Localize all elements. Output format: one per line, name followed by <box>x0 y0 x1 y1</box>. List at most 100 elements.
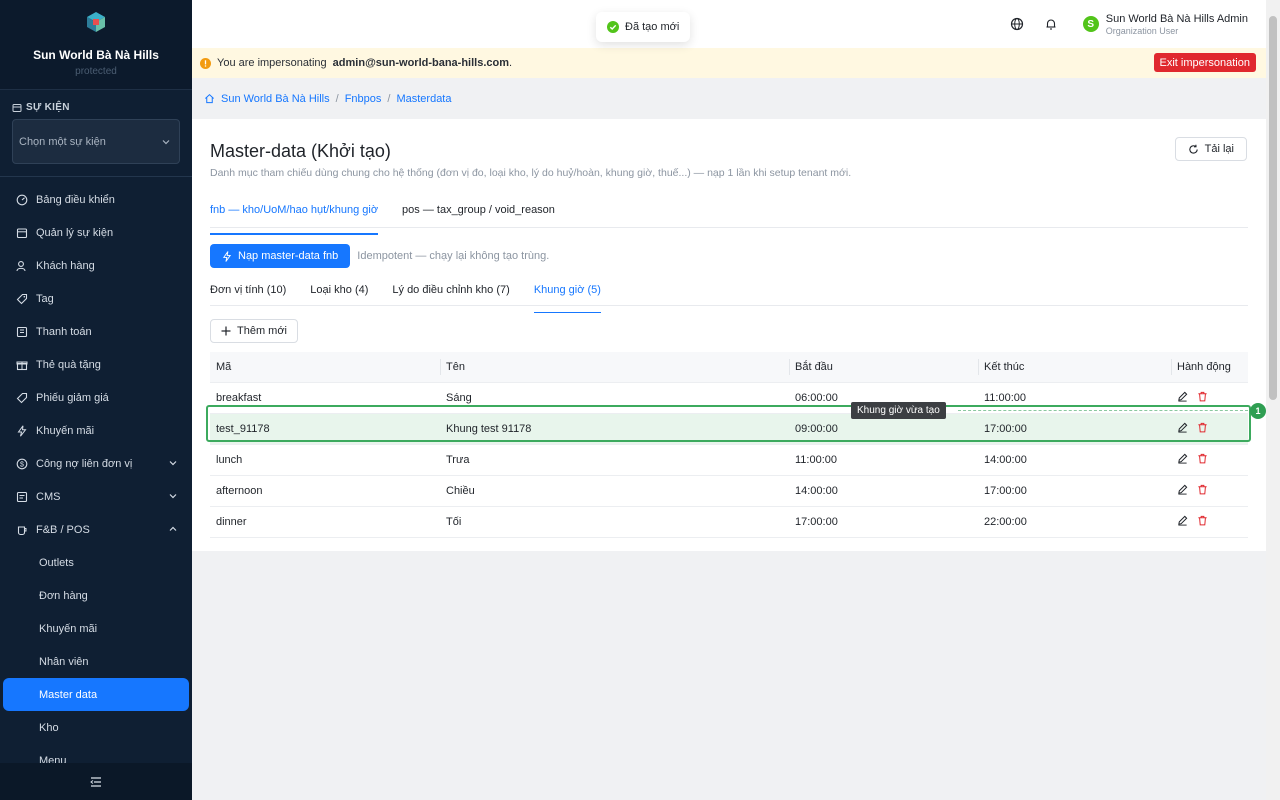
table-header: Mã Tên Bắt đầu Kết thúc Hành động <box>210 352 1248 383</box>
banner-suffix: . <box>509 57 513 69</box>
fnb-icon <box>16 524 28 536</box>
sidebar-item-9[interactable]: CMS <box>0 480 192 513</box>
scrollbar-thumb[interactable] <box>1269 16 1277 400</box>
highlight-dash-line <box>958 410 1248 411</box>
user-menu[interactable]: S Sun World Bà Nà Hills Admin Organizati… <box>1082 13 1248 36</box>
org-name: Sun World Bà Nà Hills <box>33 48 159 62</box>
sidebar-item-8[interactable]: $ Công nợ liên đơn vị <box>0 447 192 480</box>
chevron-up-icon <box>169 526 177 531</box>
delete-icon[interactable] <box>1197 484 1208 495</box>
cell-end: 17:00:00 <box>978 475 1171 507</box>
delete-icon[interactable] <box>1197 453 1208 464</box>
cell-actions <box>1171 444 1248 476</box>
cell-code: lunch <box>210 444 440 476</box>
delete-icon[interactable] <box>1197 515 1208 526</box>
breadcrumb-fnbpos[interactable]: Fnbpos <box>345 93 382 105</box>
lightning-icon <box>222 250 232 262</box>
edit-icon[interactable] <box>1177 422 1188 433</box>
breadcrumb-masterdata[interactable]: Masterdata <box>396 93 451 105</box>
impersonation-banner: You are impersonating admin@sun-world-ba… <box>192 48 1266 78</box>
delete-icon[interactable] <box>1197 422 1208 433</box>
bell-icon[interactable] <box>1041 14 1061 34</box>
sidebar-header: Sun World Bà Nà Hills protected <box>0 0 192 90</box>
reload-label: Tải lại <box>1204 143 1234 155</box>
subtab-uom[interactable]: Đơn vị tính (10) <box>210 284 286 305</box>
dashboard-icon <box>16 194 28 206</box>
edit-icon[interactable] <box>1177 515 1188 526</box>
cms-icon <box>16 491 28 503</box>
sidebar-subitem-2[interactable]: Khuyến mãi <box>0 612 192 645</box>
seed-fnb-button[interactable]: Nạp master-data fnb <box>210 244 351 268</box>
col-actions: Hành động <box>1171 352 1248 383</box>
sidebar-subitem-1[interactable]: Đơn hàng <box>0 579 192 612</box>
banner-prefix: You are impersonating <box>217 57 327 69</box>
exit-impersonation-button[interactable]: Exit impersonation <box>1153 53 1256 72</box>
chevron-down-icon <box>162 139 170 144</box>
sidebar-item-label: Thẻ quà tặng <box>36 358 101 371</box>
edit-icon[interactable] <box>1177 484 1188 495</box>
table-row: dinner Tối 17:00:00 22:00:00 <box>210 506 1248 538</box>
table-row: breakfast Sáng 06:00:00 11:00:00 <box>210 382 1248 414</box>
subtab-adjust-reason[interactable]: Lý do điều chỉnh kho (7) <box>392 284 509 305</box>
sidebar-subitem-0[interactable]: Outlets <box>0 546 192 579</box>
reload-button[interactable]: Tải lại <box>1174 137 1247 161</box>
tab-pos[interactable]: pos — tax_group / void_reason <box>402 204 555 227</box>
breadcrumb: Sun World Bà Nà Hills / Fnbpos / Masterd… <box>192 78 1266 119</box>
seed-fnb-label: Nạp master-data fnb <box>238 250 339 262</box>
delete-icon[interactable] <box>1197 391 1208 402</box>
menu-collapse-icon <box>90 776 101 787</box>
toast-text: Đã tạo mới <box>625 21 680 33</box>
plus-icon <box>221 326 231 336</box>
col-code: Mã <box>210 352 440 383</box>
sidebar-item-6[interactable]: Phiếu giảm giá <box>0 381 192 414</box>
table-row: afternoon Chiều 14:00:00 17:00:00 <box>210 475 1248 507</box>
success-toast: Đã tạo mới <box>596 12 691 42</box>
sidebar-item-7[interactable]: Khuyến mãi <box>0 414 192 447</box>
sidebar-subitem-4[interactable]: Master data <box>3 678 189 711</box>
sidebar-item-5[interactable]: Thẻ quà tặng <box>0 348 192 381</box>
home-icon[interactable] <box>204 93 215 104</box>
user-role: Organization User <box>1105 25 1179 36</box>
sidebar-item-label: Tag <box>36 292 54 305</box>
edit-icon[interactable] <box>1177 453 1188 464</box>
add-new-button[interactable]: Thêm mới <box>210 319 298 343</box>
page-title: Master-data (Khởi tạo) <box>210 141 391 161</box>
reload-icon <box>1189 144 1198 154</box>
subtab-time-slot[interactable]: Khung giờ (5) <box>533 284 602 313</box>
tab-fnb[interactable]: fnb — kho/UoM/hao hụt/khung giờ <box>210 204 379 235</box>
sidebar-item-2[interactable]: Khách hàng <box>0 249 192 282</box>
chevron-down-icon <box>169 494 177 499</box>
warning-icon <box>200 57 211 69</box>
cell-actions <box>1171 382 1248 414</box>
sidebar-subitem-3[interactable]: Nhân viên <box>0 645 192 678</box>
cell-name: Chiều <box>440 475 789 507</box>
globe-icon[interactable] <box>1007 14 1027 34</box>
org-subtitle: protected <box>75 66 117 77</box>
sidebar-item-3[interactable]: Tag <box>0 282 192 315</box>
cell-end: 17:00:00 <box>978 413 1171 445</box>
sidebar-collapse-button[interactable] <box>0 763 192 800</box>
sidebar-item-10[interactable]: F&B / POS <box>0 513 192 546</box>
banner-email: admin@sun-world-bana-hills.com <box>332 57 510 69</box>
debt-icon: $ <box>16 458 28 470</box>
svg-text:$: $ <box>20 461 24 468</box>
sidebar-item-label: Khách hàng <box>36 259 95 272</box>
subtab-warehouse-type[interactable]: Loại kho (4) <box>310 284 368 305</box>
page-scrollbar[interactable] <box>1266 0 1280 800</box>
sidebar-subitem-5[interactable]: Kho <box>0 711 192 744</box>
event-select[interactable]: Chọn một sự kiện <box>12 119 180 164</box>
table-row: test_91178 Khung test 91178 09:00:00 17:00:… <box>210 413 1248 445</box>
edit-icon[interactable] <box>1177 391 1188 402</box>
event-select-placeholder: Chọn một sự kiện <box>19 135 106 148</box>
gift-icon <box>16 359 28 371</box>
cell-code: afternoon <box>210 475 440 507</box>
sidebar-item-4[interactable]: Thanh toán <box>0 315 192 348</box>
sidebar-item-1[interactable]: Quản lý sự kiện <box>0 216 192 249</box>
add-new-label: Thêm mới <box>237 325 287 337</box>
breadcrumb-org[interactable]: Sun World Bà Nà Hills <box>221 93 330 105</box>
table-row: lunch Trưa 11:00:00 14:00:00 <box>210 444 1248 476</box>
cell-code: dinner <box>210 506 440 538</box>
sidebar-item-0[interactable]: Bảng điều khiển <box>0 183 192 216</box>
sidebar-item-label: CMS <box>36 490 61 503</box>
top-bar: S Sun World Bà Nà Hills Admin Organizati… <box>192 0 1266 48</box>
